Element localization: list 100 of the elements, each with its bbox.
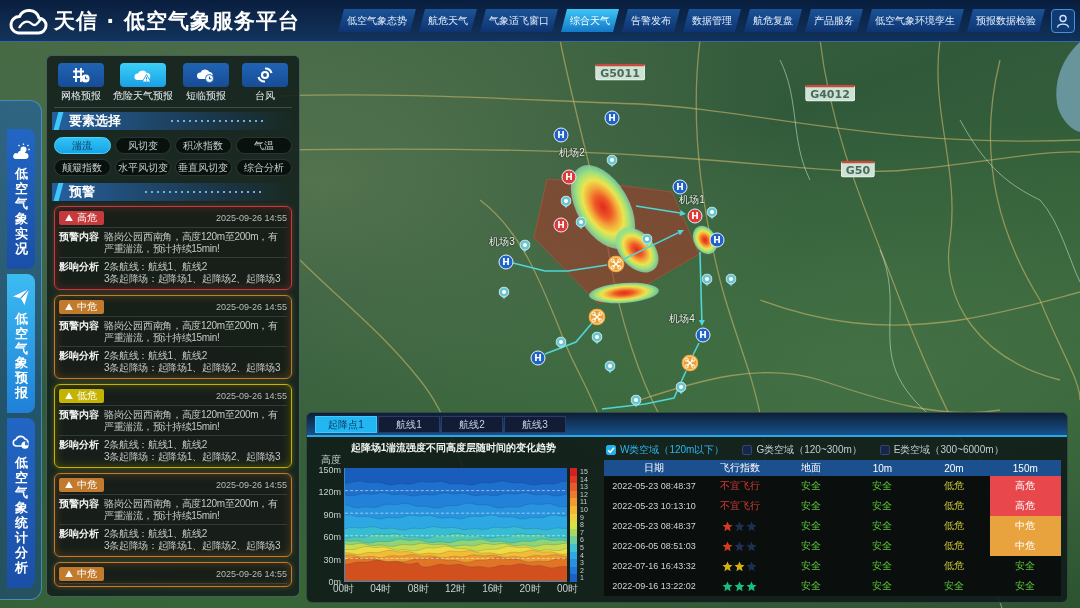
accent-bar (53, 112, 64, 130)
nav-tab[interactable]: 低空气象态势 (338, 9, 416, 32)
star-icon (722, 580, 734, 592)
map-pin-icon[interactable] (725, 273, 737, 287)
warning-triangle-icon (65, 214, 73, 221)
map-pin-icon[interactable] (641, 233, 653, 247)
checkbox-label: E类空域（300~6000m） (893, 443, 1004, 457)
warning-text: 骆岗公园西南角，高度120m至200m，有严重湍流，预计持续15min! (104, 498, 279, 521)
table-cell: 安全 (775, 516, 847, 536)
helipad-marker[interactable]: H (604, 110, 620, 126)
map-pin-icon[interactable] (606, 154, 618, 168)
checkbox[interactable] (742, 445, 753, 455)
element-chip[interactable]: 湍流 (54, 137, 111, 154)
grid-clock-icon (57, 63, 104, 87)
nav-tab[interactable]: 气象适飞窗口 (480, 9, 558, 32)
map-pin-icon[interactable] (560, 195, 572, 209)
column-header: 地面 (775, 460, 847, 476)
element-chip[interactable]: 水平风切变 (114, 159, 171, 176)
impact-line: 3条起降场：起降场1、起降场2、起降场3 (104, 272, 281, 284)
field-label: 预警内容 (59, 231, 99, 244)
helipad-marker[interactable]: H (695, 327, 711, 343)
map-pin-icon[interactable] (701, 273, 713, 287)
checkbox-label: G类空域（120~300m） (756, 443, 862, 457)
flight-route (692, 342, 700, 356)
drone-marker-icon[interactable] (588, 308, 606, 326)
panel-tab[interactable]: 航线3 (504, 416, 566, 433)
drone-marker-icon[interactable] (681, 354, 699, 372)
helipad-marker[interactable]: H (498, 254, 514, 270)
table-cell: 安全 (775, 556, 847, 576)
column-header: 10m (846, 460, 919, 476)
axis-label: 08时 (407, 582, 429, 595)
element-chip[interactable]: 垂直风切变 (175, 159, 232, 176)
side-tab[interactable]: 低空气象统计分析 (7, 418, 35, 588)
element-chip[interactable]: 颠簸指数 (54, 159, 111, 176)
star-icon (722, 560, 734, 572)
paper-plane-icon (12, 287, 30, 306)
table-cell: 安全 (846, 556, 919, 576)
map-pin-icon[interactable] (498, 286, 510, 300)
drone-marker-icon[interactable] (607, 255, 625, 273)
checkbox[interactable] (606, 445, 616, 455)
table-cell: 安全 (775, 576, 847, 596)
helipad-marker[interactable]: H (561, 169, 577, 185)
panel-tab[interactable]: 航线1 (378, 416, 440, 433)
element-chip[interactable]: 综合分析 (235, 159, 292, 176)
table-cell: 安全 (846, 516, 919, 536)
side-tab[interactable]: 低空气象实况 (7, 129, 35, 269)
cloud-warning-icon (120, 63, 167, 87)
field-label: 预警内容 (59, 409, 99, 422)
mode-button[interactable]: 危险天气预报 (113, 63, 174, 102)
nav-tab[interactable]: 预报数据检验 (967, 9, 1045, 32)
star-icon (734, 560, 746, 572)
helipad-marker[interactable]: H (530, 350, 546, 366)
panel-tab[interactable]: 起降点1 (315, 416, 377, 433)
nav-tab[interactable]: 告警发布 (622, 9, 680, 32)
element-chip[interactable]: 气温 (235, 137, 292, 154)
map-pin-icon[interactable] (706, 206, 718, 220)
helipad-marker[interactable]: H (553, 127, 569, 143)
mode-button[interactable]: 网格预报 (54, 63, 108, 102)
map-pin-icon[interactable] (630, 394, 642, 408)
nav-tab[interactable]: 产品服务 (805, 9, 863, 32)
table-cell: 安全 (846, 496, 919, 516)
helipad-marker[interactable]: H (687, 208, 703, 224)
table-cell: 2022-09-16 13:22:02 (604, 576, 704, 596)
side-tab[interactable]: 低空气象预报 (7, 273, 35, 414)
warning-time: 2025-09-26 14:55 (215, 568, 287, 579)
helipad-marker[interactable]: H (672, 179, 688, 195)
element-chip[interactable]: 积冰指数 (175, 137, 232, 154)
user-button[interactable] (1051, 8, 1075, 33)
impact-line: 2条航线：航线1、航线2 (104, 350, 208, 362)
impact-line: 2条航线：航线1、航线2 (104, 528, 208, 540)
check-icon (607, 446, 615, 454)
table-cell: 低危 (918, 536, 990, 556)
panel-tab[interactable]: 航线2 (441, 416, 503, 433)
map-pin-icon[interactable] (675, 381, 687, 395)
axis-label: 30m (323, 554, 341, 565)
map-pin-icon[interactable] (519, 239, 531, 253)
star-icon (746, 580, 758, 592)
map-pin-icon[interactable] (604, 360, 616, 374)
map-pin-icon[interactable] (575, 216, 587, 230)
map-pin-icon[interactable] (555, 336, 567, 350)
nav-tab[interactable]: 数据管理 (683, 9, 741, 32)
checkbox[interactable] (879, 445, 890, 455)
map-pin-icon[interactable] (591, 331, 603, 345)
airfield-label: 机场1 (679, 193, 705, 205)
mode-button[interactable]: 台风 (238, 63, 292, 102)
column-header: 150m (989, 460, 1061, 476)
warning-time: 2025-09-26 14:55 (215, 479, 287, 490)
mode-button[interactable]: 短临预报 (179, 63, 233, 102)
app-title: 天信 · 低空气象服务平台 (54, 7, 300, 35)
star-icon (746, 520, 758, 532)
table-cell: 低危 (918, 556, 990, 576)
nav-tab[interactable]: 低空气象环境孪生 (866, 9, 964, 32)
nav-tab[interactable]: 航危天气 (419, 9, 477, 32)
severity-label: 低危 (77, 388, 97, 403)
helipad-marker[interactable]: H (553, 217, 569, 233)
element-chip[interactable]: 风切变 (114, 137, 171, 154)
flight-route (635, 205, 686, 216)
nav-tab[interactable]: 航危复盘 (744, 9, 802, 32)
severity-label: 中危 (77, 566, 97, 581)
airfield-label: 机场4 (669, 312, 695, 324)
